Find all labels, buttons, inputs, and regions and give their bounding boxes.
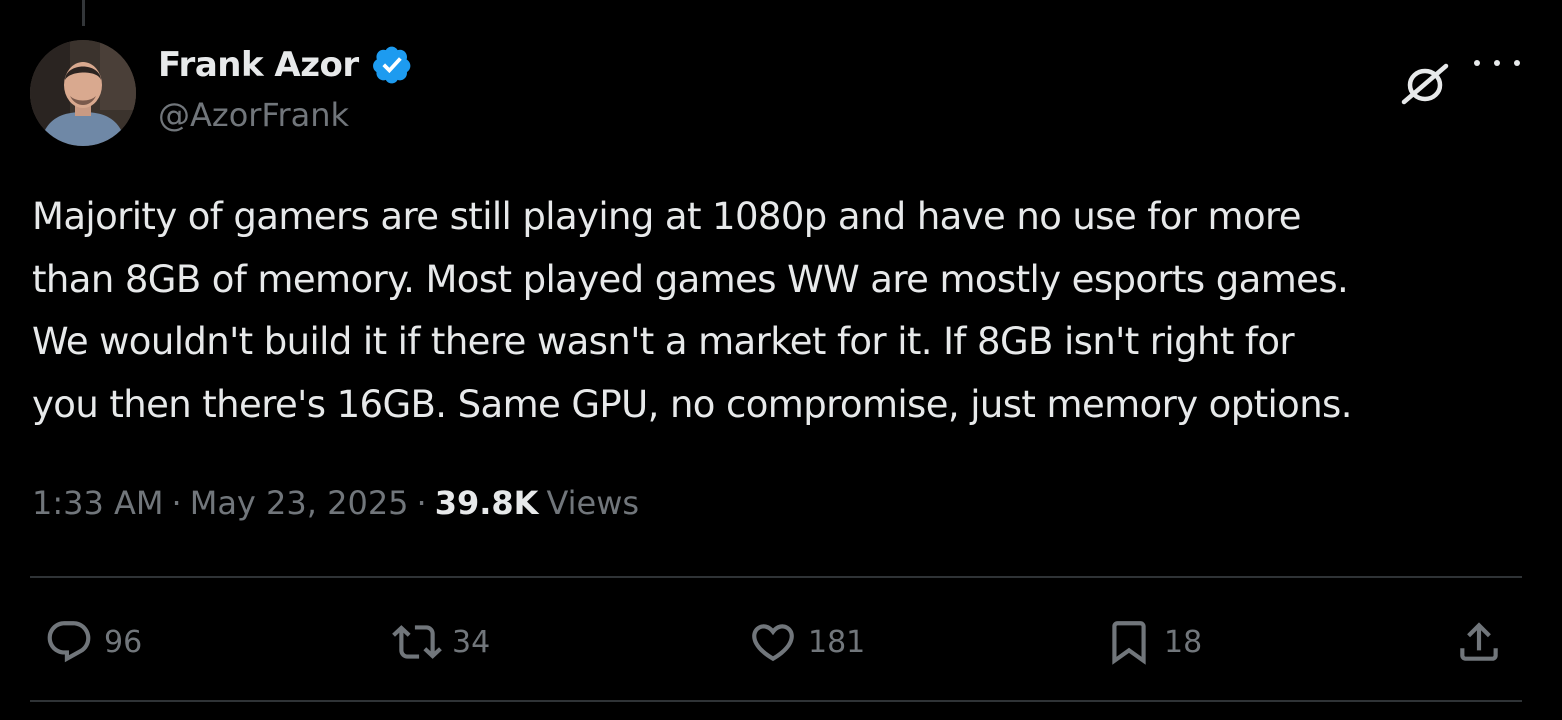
reply-count: 96 xyxy=(104,624,143,660)
like-button[interactable]: 181 xyxy=(748,612,865,672)
reply-button[interactable]: 96 xyxy=(44,612,142,672)
tweet-action-bar: 96 34 181 18 xyxy=(0,612,1562,672)
author-name-row: Frank Azor xyxy=(158,42,413,88)
repost-button[interactable]: 34 xyxy=(392,612,490,672)
grok-icon[interactable] xyxy=(1396,62,1454,106)
share-icon xyxy=(1460,622,1498,661)
tweet-time[interactable]: 1:33 AM xyxy=(32,484,164,522)
bookmark-button[interactable]: 18 xyxy=(1104,612,1202,672)
divider-bottom xyxy=(30,700,1522,702)
avatar-photo-icon xyxy=(30,40,136,146)
meta-separator: · xyxy=(416,484,427,522)
verified-badge-icon[interactable] xyxy=(371,44,413,86)
repost-icon xyxy=(392,625,442,659)
repost-count: 34 xyxy=(452,624,491,660)
like-icon xyxy=(752,624,794,662)
share-button[interactable] xyxy=(1454,612,1504,672)
reply-icon xyxy=(47,621,91,663)
tweet-text: Majority of gamers are still playing at … xyxy=(32,195,1352,426)
bookmark-icon xyxy=(1112,621,1146,665)
thread-connector-line xyxy=(82,0,85,26)
views-count[interactable]: 39.8K xyxy=(435,484,539,522)
like-count: 181 xyxy=(808,624,866,660)
tweet-meta: 1:33 AM · May 23, 2025 · 39.8K Views xyxy=(32,484,639,522)
views-label: Views xyxy=(546,484,640,522)
meta-separator: · xyxy=(171,484,182,522)
divider-top xyxy=(30,576,1522,578)
bookmark-count: 18 xyxy=(1164,624,1203,660)
author-avatar[interactable] xyxy=(30,40,136,146)
author-display-name[interactable]: Frank Azor xyxy=(158,45,359,85)
more-options-icon[interactable] xyxy=(1474,50,1520,76)
tweet-date[interactable]: May 23, 2025 xyxy=(190,484,409,522)
author-handle[interactable]: @AzorFrank xyxy=(158,96,349,134)
